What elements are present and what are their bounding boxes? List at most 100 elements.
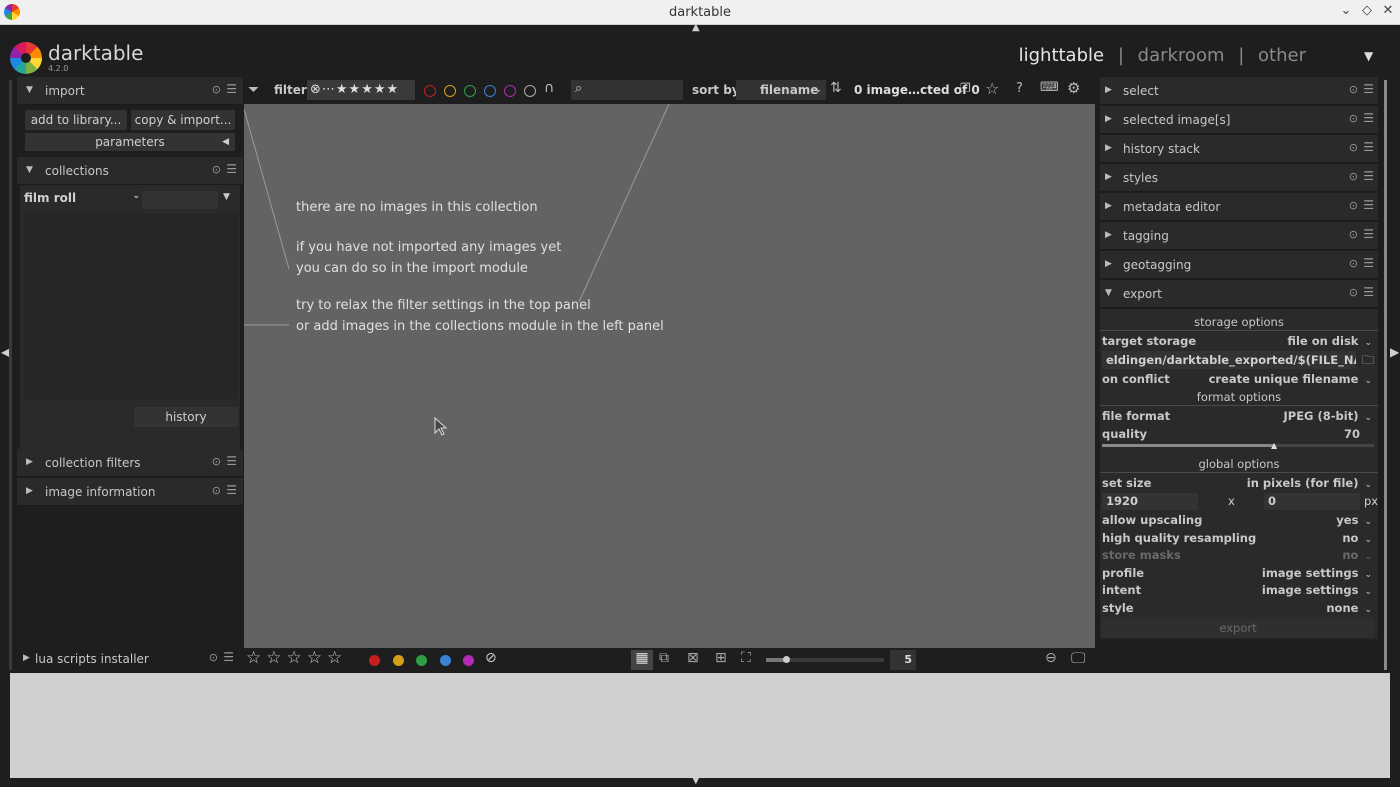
filter-icon[interactable]: ⏷ — [248, 82, 259, 98]
reset-icon[interactable]: ⊙ — [1349, 141, 1358, 154]
height-input[interactable]: 0 — [1264, 493, 1360, 510]
parameters-toggle[interactable]: parameters ◀ — [25, 133, 235, 151]
quality-slider-track[interactable]: ▲ — [1102, 441, 1374, 450]
presets-menu-icon[interactable]: ☰ — [1363, 227, 1374, 241]
presets-menu-icon[interactable]: ☰ — [1363, 198, 1374, 212]
module-selected-images-header[interactable]: ▶ selected image[s] ⊙ ☰ — [1100, 106, 1378, 134]
allow-upscaling-row[interactable]: allow upscaling yes ⌄ — [1102, 511, 1372, 529]
presets-menu-icon[interactable]: ☰ — [226, 162, 237, 176]
hq-resampling-row[interactable]: high quality resampling no ⌄ — [1102, 529, 1372, 547]
module-lua-scripts-header[interactable]: ▶ lua scripts installer ⊙ ☰ — [14, 645, 240, 673]
rating-filter[interactable]: ⊗⋯★★★★★ — [307, 80, 415, 100]
reset-icon[interactable]: ⊙ — [212, 455, 221, 468]
presets-menu-icon[interactable]: ☰ — [1363, 140, 1374, 154]
view-lighttable[interactable]: lighttable — [1019, 45, 1104, 66]
collection-property-select[interactable]: film roll ⌄ — [24, 191, 142, 209]
bottom-panel-toggle-icon[interactable]: ▼ — [692, 775, 700, 786]
color-purple-icon[interactable] — [463, 655, 474, 666]
export-path-input[interactable]: eldingen/darktable_exported/$(FILE_NAME) — [1102, 351, 1356, 369]
zoom-slider[interactable] — [766, 656, 884, 663]
module-styles-header[interactable]: ▶ styles ⊙ ☰ — [1100, 164, 1378, 192]
presets-menu-icon[interactable]: ☰ — [226, 483, 237, 497]
module-metadata-editor-header[interactable]: ▶ metadata editor ⊙ ☰ — [1100, 193, 1378, 221]
module-select-header[interactable]: ▶ select ⊙ ☰ — [1100, 77, 1378, 105]
module-image-information-header[interactable]: ▶ image information ⊙ ☰ — [17, 478, 243, 506]
presets-menu-icon[interactable]: ☰ — [226, 454, 237, 468]
module-export-header[interactable]: ▼ export ⊙ ☰ — [1100, 280, 1378, 308]
preferences-gear-icon[interactable]: ⚙ — [1067, 79, 1080, 97]
style-row[interactable]: style none ⌄ — [1102, 599, 1372, 617]
color-label-blue-icon[interactable] — [484, 85, 496, 97]
reset-icon[interactable]: ⊙ — [1349, 257, 1358, 270]
lighttable-center-view[interactable]: there are no images in this collection i… — [244, 104, 1095, 648]
module-geotagging-header[interactable]: ▶ geotagging ⊙ ☰ — [1100, 251, 1378, 279]
slider-handle-icon[interactable]: ▲ — [1271, 441, 1277, 450]
color-operator-icon[interactable]: ∩ — [544, 80, 554, 96]
on-conflict-row[interactable]: on conflict create unique filename ⌄ — [1102, 370, 1372, 388]
profile-row[interactable]: profile image settings ⌄ — [1102, 564, 1372, 582]
film-roll-list[interactable] — [24, 213, 238, 399]
export-button[interactable]: export — [1102, 619, 1374, 637]
reset-icon[interactable]: ⊙ — [1349, 228, 1358, 241]
color-blue-icon[interactable] — [440, 655, 451, 666]
collection-rule-input[interactable] — [142, 191, 218, 209]
reset-icon[interactable]: ⊙ — [1349, 112, 1358, 125]
color-green-icon[interactable] — [416, 655, 427, 666]
view-darkroom[interactable]: darkroom — [1138, 45, 1225, 66]
minimize-icon[interactable]: ⌄ — [1337, 3, 1355, 21]
color-label-red-icon[interactable] — [424, 85, 436, 97]
set-size-row[interactable]: set size in pixels (for file) ⌄ — [1102, 474, 1372, 492]
presets-menu-icon[interactable]: ☰ — [226, 82, 237, 96]
reset-icon[interactable]: ⊙ — [212, 83, 221, 96]
rule-menu-icon[interactable]: ▼ — [223, 192, 230, 202]
module-collections-header[interactable]: ▼ collections ⊙ ☰ — [17, 157, 243, 185]
reset-icon[interactable]: ⊙ — [212, 484, 221, 497]
presets-menu-icon[interactable]: ☰ — [223, 650, 234, 664]
help-icon[interactable]: ? — [1016, 81, 1023, 96]
presets-menu-icon[interactable]: ☰ — [1363, 169, 1374, 183]
presets-menu-icon[interactable]: ☰ — [1363, 285, 1374, 299]
top-panel-toggle-icon[interactable]: ▲ — [692, 22, 700, 33]
add-to-library-button[interactable]: add to library... — [25, 110, 127, 130]
display-profile-icon[interactable]: 🖵 — [1071, 649, 1085, 667]
reset-icon[interactable]: ⊙ — [212, 163, 221, 176]
reset-icon[interactable]: ⊙ — [1349, 170, 1358, 183]
culling-layout-icon[interactable]: ⊠ — [687, 650, 699, 666]
color-label-yellow-icon[interactable] — [444, 85, 456, 97]
grouping-icon[interactable]: ❐ — [960, 81, 971, 95]
module-history-stack-header[interactable]: ▶ history stack ⊙ ☰ — [1100, 135, 1378, 163]
rating-stars-icon[interactable]: ☆☆☆☆☆ — [246, 648, 347, 668]
history-button[interactable]: history — [134, 407, 238, 427]
zoom-slider-handle[interactable] — [783, 656, 790, 663]
right-panel-toggle-icon[interactable]: ▶ — [1390, 345, 1399, 359]
view-other[interactable]: other — [1258, 45, 1306, 66]
zoom-value-input[interactable]: 5 — [890, 650, 916, 670]
keyboard-shortcuts-icon[interactable]: ⌨ — [1040, 80, 1059, 95]
module-collection-filters-header[interactable]: ▶ collection filters ⊙ ☰ — [17, 449, 243, 477]
intent-row[interactable]: intent image settings ⌄ — [1102, 581, 1372, 599]
overlays-star-icon[interactable]: ☆ — [985, 79, 999, 98]
width-input[interactable]: 1920 — [1102, 493, 1198, 510]
clear-color-icon[interactable]: ⊘ — [485, 650, 497, 666]
reset-icon[interactable]: ⊙ — [1349, 199, 1358, 212]
sort-order-icon[interactable]: ⇅ — [830, 80, 842, 96]
filemanager-layout-icon[interactable]: ▦ — [631, 650, 653, 670]
file-format-row[interactable]: file format JPEG (8-bit) ⌄ — [1102, 407, 1372, 425]
color-label-gray-icon[interactable] — [524, 85, 536, 97]
maximize-icon[interactable]: ◇ — [1358, 3, 1376, 21]
presets-menu-icon[interactable]: ☰ — [1363, 82, 1374, 96]
module-import-header[interactable]: ▼ import ⊙ ☰ — [17, 77, 243, 105]
focus-peaking-icon[interactable]: ⊖ — [1045, 650, 1057, 666]
color-yellow-icon[interactable] — [393, 655, 404, 666]
reset-icon[interactable]: ⊙ — [1349, 83, 1358, 96]
close-icon[interactable]: ✕ — [1379, 3, 1397, 21]
color-label-purple-icon[interactable] — [504, 85, 516, 97]
filmstrip[interactable] — [10, 673, 1390, 778]
copy-import-button[interactable]: copy & import... — [131, 110, 235, 130]
left-panel-scrollbar[interactable] — [9, 80, 12, 670]
views-dropdown-icon[interactable]: ▼ — [1364, 49, 1373, 63]
reset-icon[interactable]: ⊙ — [1349, 286, 1358, 299]
sort-select[interactable]: filename ⌄ — [736, 80, 826, 100]
preview-layout-icon[interactable]: ⛶ — [741, 650, 751, 666]
module-tagging-header[interactable]: ▶ tagging ⊙ ☰ — [1100, 222, 1378, 250]
